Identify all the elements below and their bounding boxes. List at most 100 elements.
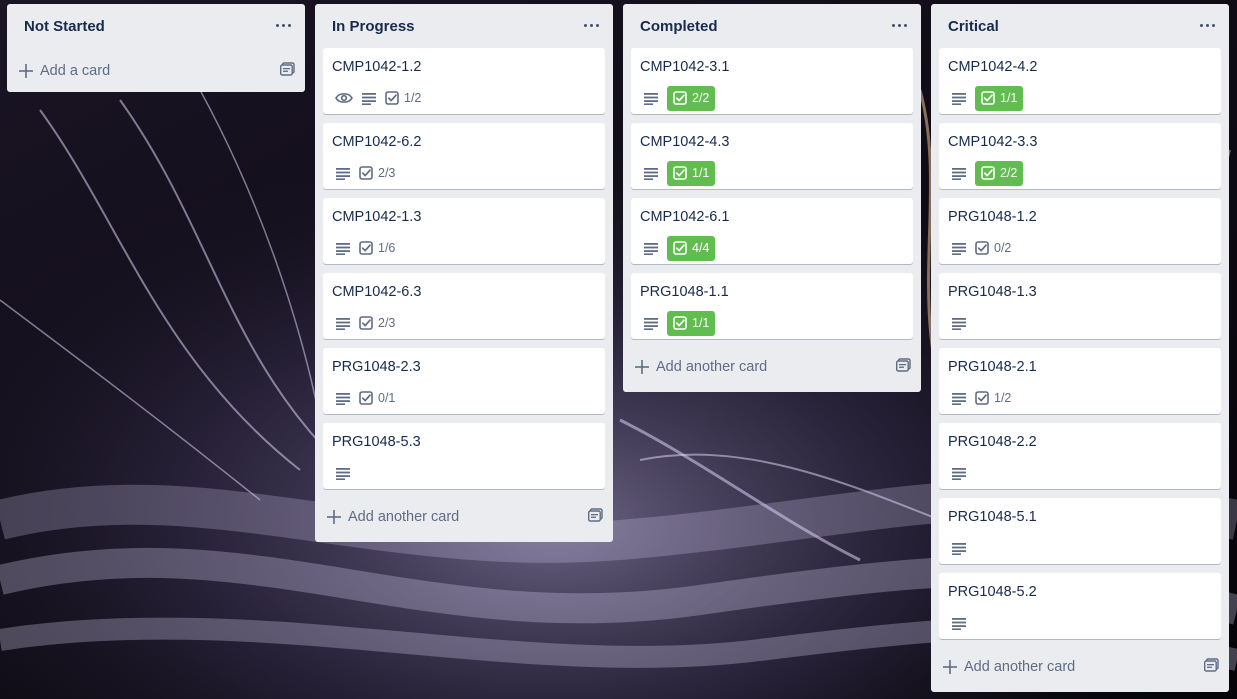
description-badge — [951, 466, 967, 480]
card[interactable]: PRG1048-1.3 — [939, 273, 1221, 339]
add-card-button[interactable]: Add another card — [327, 503, 459, 531]
list-header[interactable]: Critical — [931, 4, 1229, 48]
card[interactable]: CMP1042-1.2 1/2 — [323, 48, 605, 114]
checklist-icon — [359, 391, 373, 405]
board: Not Started Add a card In Progress CMP104… — [0, 0, 1237, 699]
card[interactable]: PRG1048-5.3 — [323, 423, 605, 489]
card-badges: 4/4 — [643, 235, 716, 261]
card[interactable]: PRG1048-1.1 1/1 — [631, 273, 913, 339]
description-badge — [643, 316, 659, 330]
card[interactable]: PRG1048-5.2 — [939, 573, 1221, 639]
card[interactable]: CMP1042-3.1 2/2 — [631, 48, 913, 114]
card[interactable]: CMP1042-4.2 1/1 — [939, 48, 1221, 114]
card[interactable]: CMP1042-6.3 2/3 — [323, 273, 605, 339]
card-badges: 1/6 — [335, 236, 395, 260]
card-badges — [335, 461, 351, 485]
description-lines-icon — [952, 318, 966, 330]
card-badges — [951, 461, 967, 485]
checklist-badge: 1/1 — [667, 160, 716, 186]
create-from-template-button[interactable] — [280, 62, 295, 76]
list-header[interactable]: Not Started — [7, 4, 305, 48]
list-title[interactable]: Not Started — [24, 18, 105, 35]
more-horizontal-icon[interactable] — [887, 13, 911, 37]
card-template-icon — [588, 508, 603, 522]
card-badges: 2/2 — [951, 160, 1024, 186]
card-badges — [951, 611, 967, 635]
card-badges: 1/2 — [335, 86, 421, 110]
card-badges — [951, 311, 967, 335]
list-footer: Add another card — [315, 498, 613, 542]
card-badges: 2/2 — [643, 85, 716, 111]
checklist-icon — [673, 316, 687, 330]
add-card-button[interactable]: Add another card — [943, 653, 1075, 681]
description-badge — [643, 241, 659, 255]
list-1: In Progress CMP1042-1.2 1/2 CMP1042-6.2 2/… — [315, 4, 613, 542]
list-title[interactable]: Critical — [948, 18, 999, 35]
plus-icon — [635, 360, 649, 374]
description-lines-icon — [644, 318, 658, 330]
card[interactable]: PRG1048-2.2 — [939, 423, 1221, 489]
create-from-template-button[interactable] — [1204, 658, 1219, 672]
card[interactable]: PRG1048-2.3 0/1 — [323, 348, 605, 414]
list-title[interactable]: In Progress — [332, 18, 415, 35]
checklist-icon — [359, 316, 373, 330]
card[interactable]: PRG1048-5.1 — [939, 498, 1221, 564]
card-title: PRG1048-1.1 — [640, 284, 729, 300]
description-badge — [951, 316, 967, 330]
checklist-icon — [359, 166, 373, 180]
description-lines-icon — [952, 243, 966, 255]
description-badge — [361, 91, 377, 105]
add-card-button[interactable]: Add another card — [635, 353, 767, 381]
list-2: Completed CMP1042-3.1 2/2 CMP1042-4.3 1/1 C… — [623, 4, 921, 392]
card[interactable]: CMP1042-4.3 1/1 — [631, 123, 913, 189]
card-list: CMP1042-3.1 2/2 CMP1042-4.3 1/1 CMP1042-6.… — [623, 48, 921, 339]
list-footer: Add a card — [7, 48, 305, 92]
description-badge — [643, 91, 659, 105]
description-lines-icon — [952, 393, 966, 405]
card[interactable]: PRG1048-1.2 0/2 — [939, 198, 1221, 264]
card[interactable]: CMP1042-6.2 2/3 — [323, 123, 605, 189]
more-horizontal-icon[interactable] — [1195, 13, 1219, 37]
list-header[interactable]: Completed — [623, 4, 921, 48]
create-from-template-button[interactable] — [588, 508, 603, 522]
add-card-button[interactable]: Add a card — [19, 57, 110, 85]
card-title: CMP1042-3.1 — [640, 59, 730, 75]
card[interactable]: CMP1042-1.3 1/6 — [323, 198, 605, 264]
description-lines-icon — [336, 318, 350, 330]
card-title: CMP1042-6.2 — [332, 134, 422, 150]
card[interactable]: CMP1042-3.3 2/2 — [939, 123, 1221, 189]
card-title: CMP1042-6.3 — [332, 284, 422, 300]
description-lines-icon — [644, 93, 658, 105]
card-badges: 1/1 — [643, 310, 716, 336]
more-horizontal-icon[interactable] — [579, 13, 603, 37]
checklist-count: 4/4 — [692, 241, 710, 255]
description-lines-icon — [952, 543, 966, 555]
menu-dot — [897, 23, 901, 27]
list-title[interactable]: Completed — [640, 18, 718, 35]
watch-badge — [335, 91, 353, 105]
menu-dot — [1211, 23, 1215, 27]
list-header[interactable]: In Progress — [315, 4, 613, 48]
card[interactable]: CMP1042-6.1 4/4 — [631, 198, 913, 264]
checklist-badge: 1/2 — [975, 391, 1011, 405]
checklist-badge: 4/4 — [667, 235, 716, 261]
create-from-template-button[interactable] — [896, 358, 911, 372]
menu-dot — [281, 23, 285, 27]
description-badge — [335, 241, 351, 255]
checklist-count: 2/2 — [1000, 166, 1018, 180]
description-lines-icon — [336, 393, 350, 405]
card[interactable]: PRG1048-2.1 1/2 — [939, 348, 1221, 414]
checklist-icon — [359, 241, 373, 255]
description-lines-icon — [362, 93, 376, 105]
checklist-icon — [673, 91, 687, 105]
checklist-count: 2/2 — [692, 91, 710, 105]
more-horizontal-icon[interactable] — [271, 13, 295, 37]
menu-dot — [1205, 23, 1209, 27]
list-footer: Add another card — [931, 648, 1229, 692]
description-lines-icon — [644, 243, 658, 255]
checklist-badge: 2/2 — [667, 85, 716, 111]
checklist-count: 1/1 — [692, 316, 710, 330]
menu-dot — [287, 23, 291, 27]
add-card-label: Add a card — [40, 63, 111, 79]
checklist-count: 0/2 — [994, 241, 1012, 255]
